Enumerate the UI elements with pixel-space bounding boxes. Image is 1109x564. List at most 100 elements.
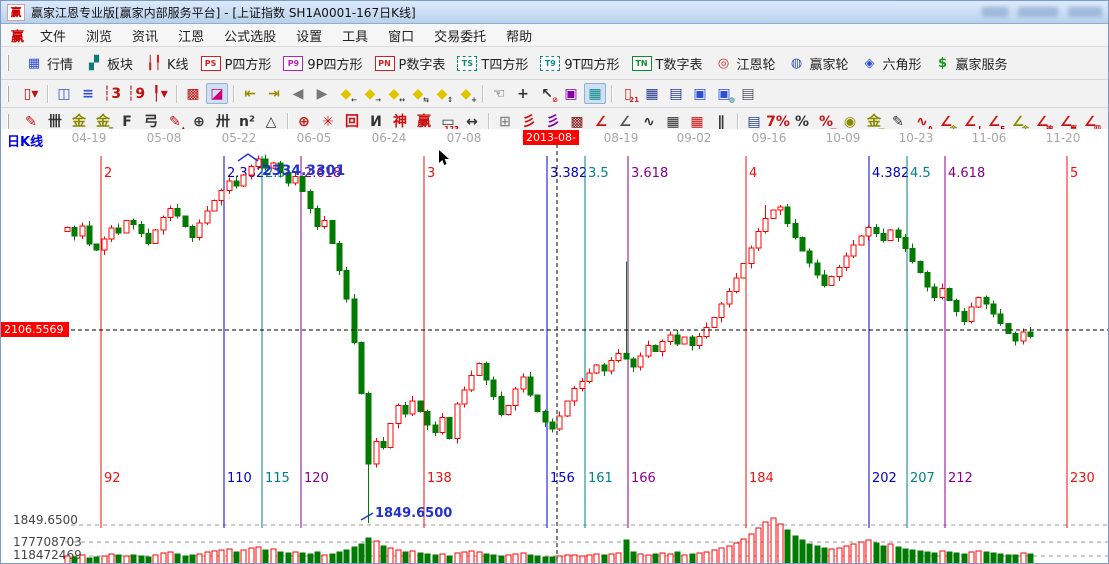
tb-winner-service-button[interactable]: $赢家服务 — [928, 52, 1014, 75]
tb-gann-wheel-button[interactable]: ◎江恩轮 — [709, 52, 782, 75]
tool-color-histogram-button[interactable]: ◪ — [206, 83, 228, 104]
candle-body — [947, 288, 952, 300]
tb-9p-square-button[interactable]: P99P四方形 — [277, 52, 368, 75]
volume-bar — [616, 553, 621, 564]
menu-item-0[interactable]: 文件 — [30, 25, 76, 46]
tb-p-square-button[interactable]: PSP四方形 — [195, 52, 278, 75]
tool-notepad-button[interactable]: ▤ — [665, 83, 687, 104]
volume-bar — [910, 550, 915, 564]
tb-t-table-button[interactable]: TNT数字表 — [626, 52, 709, 75]
tb-hexagon-button[interactable]: ◈六角形 — [855, 52, 928, 75]
save-icon: ▣ — [693, 87, 706, 101]
tool-single-candle-button[interactable]: ╿▾ — [149, 83, 171, 104]
first-page-icon: ⇤ — [244, 87, 256, 101]
tool-prev-page-button[interactable]: ◀ — [287, 83, 309, 104]
chart-text: 5 — [1070, 166, 1078, 181]
date-tick: 07-08 — [447, 131, 482, 145]
volume-bar — [381, 546, 386, 564]
volume-bar — [1013, 555, 1018, 564]
tool-crosshair-tool-button[interactable]: + — [512, 83, 534, 104]
menu-item-3[interactable]: 江恩 — [168, 25, 214, 46]
volume-bar — [763, 522, 768, 564]
candle-body — [624, 354, 629, 359]
candle-body — [418, 401, 423, 412]
expand-h-overlay-glyph: ↔ — [399, 97, 405, 104]
tool-period-selector-button[interactable]: ▯▾ — [20, 83, 42, 104]
tb-p-table-button[interactable]: PNP数字表 — [369, 52, 452, 75]
volume-bar — [660, 553, 665, 564]
chart-text: 202 — [872, 471, 897, 486]
toolbar-drag-handle[interactable] — [7, 114, 13, 130]
menu-item-5[interactable]: 设置 — [286, 25, 332, 46]
volume-bar — [315, 552, 320, 564]
tool-cube-tool-button[interactable]: ▣ — [560, 83, 582, 104]
tb-kline-button[interactable]: ╽╿K线 — [139, 52, 195, 75]
tb-t-square-button[interactable]: TST四方形 — [451, 52, 534, 75]
tool-chart-window-button[interactable]: ◫ — [53, 83, 75, 104]
candle-body — [778, 207, 783, 210]
tool-maze-tool-button[interactable]: ▩ — [182, 83, 204, 104]
tool-save-web-button[interactable]: ▣◍ — [713, 83, 735, 104]
tool-scroll-left-button[interactable]: ◆← — [335, 83, 357, 104]
candle-body — [829, 276, 834, 285]
tool-calendar-button[interactable]: ▯21 — [617, 83, 639, 104]
tb-winner-wheel-button[interactable]: ◍赢家轮 — [782, 52, 855, 75]
tool-last-page-button[interactable]: ⇥ — [263, 83, 285, 104]
candle-body — [734, 278, 739, 292]
volume-profile-icon: ▤ — [747, 115, 760, 129]
tool-expand-v-button[interactable]: ◆↕ — [431, 83, 453, 104]
candle-body — [557, 416, 562, 429]
info-panel-icon: ≡ — [82, 87, 94, 101]
toolbar-drag-handle[interactable] — [7, 86, 13, 102]
kline-chart-canvas[interactable]: 1849.65001777087031184724692922.3821102.… — [1, 129, 1109, 564]
candle-body — [153, 230, 158, 244]
tool-next-page-button[interactable]: ▶ — [311, 83, 333, 104]
chart-text: 4 — [749, 166, 757, 181]
candle-body — [932, 287, 937, 298]
tool-calculator-button[interactable]: ▦ — [641, 83, 663, 104]
volume-bar — [161, 553, 166, 564]
candle-body — [212, 200, 217, 211]
volume-bar — [675, 552, 680, 564]
chart-text: 177708703 — [13, 535, 82, 549]
candle-body — [352, 299, 357, 343]
tool-export-print-button[interactable]: ▤ — [737, 83, 759, 104]
tool-combine-9-button[interactable]: ┆9 — [125, 83, 147, 104]
tb-9t-square-button[interactable]: T99T四方形 — [534, 52, 625, 75]
tool-expand-h-button[interactable]: ◆↔ — [383, 83, 405, 104]
tb-quotes-button[interactable]: ▦行情 — [19, 52, 79, 75]
pen-2-icon: ✎ — [169, 115, 181, 129]
candle-body — [535, 395, 540, 412]
tool-scroll-right-button[interactable]: ◆→ — [359, 83, 381, 104]
tool-hand-tool-button[interactable]: ☜ — [488, 83, 510, 104]
tool-first-page-button[interactable]: ⇤ — [239, 83, 261, 104]
candle-body — [940, 288, 945, 297]
menu-item-9[interactable]: 帮助 — [496, 25, 542, 46]
volume-bar — [602, 555, 607, 564]
toolbar-drag-handle[interactable] — [7, 55, 13, 71]
volume-bar — [249, 548, 254, 564]
volume-bar — [499, 556, 504, 564]
volume-bar — [727, 546, 732, 564]
tool-combine-3-button[interactable]: ┆3 — [101, 83, 123, 104]
menu-item-2[interactable]: 资讯 — [122, 25, 168, 46]
tool-cancel-draw-button[interactable]: ↖⊘ — [536, 83, 558, 104]
volume-bar — [528, 555, 533, 564]
tb-blocks-button[interactable]: ▞板块 — [79, 52, 139, 75]
menu-item-8[interactable]: 交易委托 — [424, 25, 496, 46]
menu-item-6[interactable]: 工具 — [332, 25, 378, 46]
tool-shrink-h-button[interactable]: ◆⇆ — [407, 83, 429, 104]
volume-bar — [535, 556, 540, 564]
app-logo-icon: 赢 — [7, 4, 25, 21]
candle-body — [925, 273, 930, 287]
tool-info-panel-button[interactable]: ≡ — [77, 83, 99, 104]
tool-save-button[interactable]: ▣ — [689, 83, 711, 104]
menu-item-1[interactable]: 浏览 — [76, 25, 122, 46]
candle-body — [116, 228, 121, 233]
candle-body — [425, 412, 430, 426]
tool-pattern-tool-button[interactable]: ▦ — [584, 83, 606, 104]
menu-item-4[interactable]: 公式选股 — [214, 25, 286, 46]
menu-item-7[interactable]: 窗口 — [378, 25, 424, 46]
title-bar[interactable]: 赢 赢家江恩专业版[赢家内部服务平台] - [上证指数 SH1A0001-167… — [1, 1, 1108, 24]
tool-fit-screen-button[interactable]: ◆+ — [455, 83, 477, 104]
